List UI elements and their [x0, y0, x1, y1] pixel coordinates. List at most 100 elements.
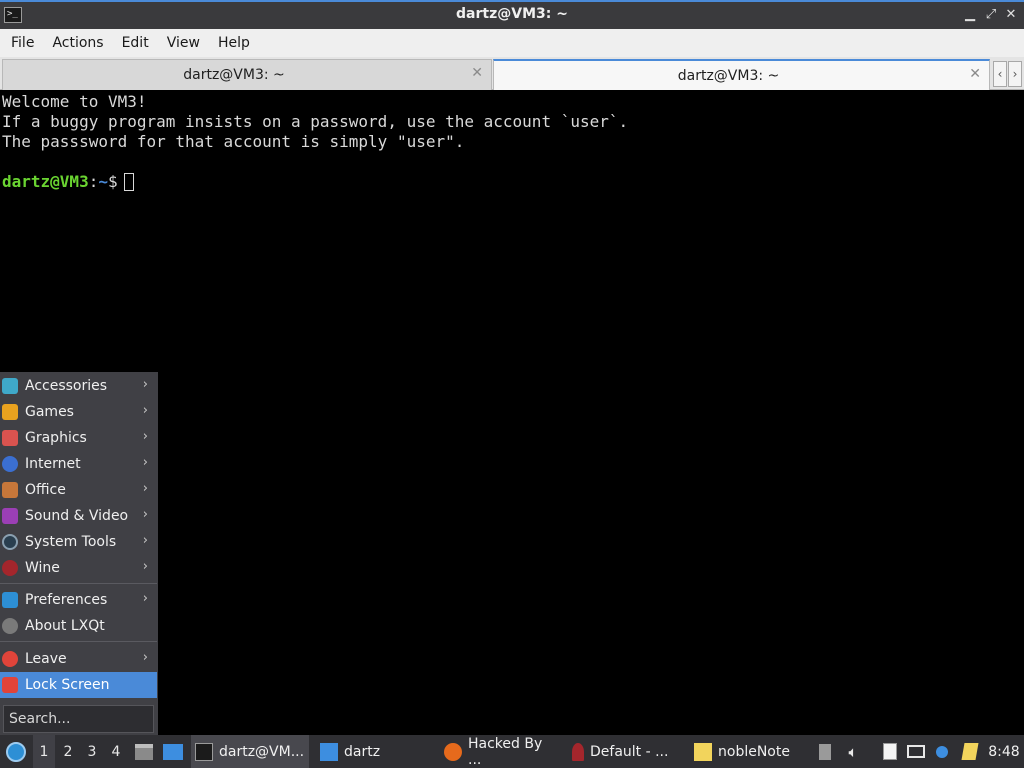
menu-accessories[interactable]: Accessories › — [0, 373, 157, 399]
main-menu-button[interactable] — [2, 735, 30, 768]
terminal-icon — [195, 742, 213, 761]
menu-item-label: Lock Screen — [25, 677, 110, 693]
prompt-user-host: dartz@VM3 — [2, 172, 89, 191]
task-file-manager[interactable]: dartz — [316, 735, 426, 768]
volume-icon: 🔈︎ — [848, 742, 858, 761]
menu-search-input[interactable]: Search... — [3, 705, 154, 733]
menu-separator — [0, 583, 157, 584]
minimize-button[interactable]: ▁ — [961, 6, 979, 24]
office-icon — [2, 482, 18, 498]
close-tab-icon[interactable]: ✕ — [969, 66, 981, 82]
task-wine-default[interactable]: Default - ... — [568, 735, 678, 768]
menu-leave[interactable]: Leave › — [0, 646, 157, 672]
wine-glass-icon — [572, 742, 584, 761]
task-firefox[interactable]: Hacked By ... — [440, 735, 560, 768]
terminal-cursor — [123, 173, 134, 191]
close-tab-icon[interactable]: ✕ — [471, 65, 483, 81]
menu-item-label: System Tools — [25, 534, 117, 550]
task-terminal[interactable]: dartz@VM... — [191, 735, 309, 768]
menu-help[interactable]: Help — [209, 29, 259, 57]
chevron-right-icon: › — [142, 533, 148, 548]
tray-updates[interactable] — [932, 735, 952, 768]
chevron-right-icon: › — [142, 559, 148, 574]
menu-item-label: Games — [25, 404, 74, 420]
application-menu: Accessories › Games › Graphics › Interne… — [0, 372, 158, 735]
storage-icon — [819, 743, 831, 760]
menu-system-tools[interactable]: System Tools › — [0, 529, 157, 555]
tray-storage[interactable] — [815, 735, 835, 768]
menu-bar: File Actions Edit View Help — [0, 29, 1024, 57]
tray-noblenote[interactable] — [960, 735, 980, 768]
show-desktop-button[interactable] — [160, 735, 186, 768]
menu-item-label: Office — [25, 482, 66, 498]
prompt-path: ~ — [98, 172, 108, 191]
terminal-line: If a buggy program insists on a password… — [2, 112, 629, 131]
menu-item-label: About LXQt — [25, 618, 105, 634]
task-label: nobleNote — [718, 743, 790, 760]
menu-office[interactable]: Office › — [0, 477, 157, 503]
prompt-symbol: $ — [107, 172, 118, 191]
chevron-right-icon: › — [142, 507, 148, 522]
chevron-right-icon: › — [142, 429, 148, 444]
menu-item-label: Preferences — [25, 592, 108, 608]
menu-preferences[interactable]: Preferences › — [0, 587, 157, 613]
tray-network[interactable] — [906, 735, 926, 768]
chevron-right-icon: › — [142, 650, 148, 665]
tab-terminal-2[interactable]: dartz@VM3: ~ ✕ — [493, 59, 990, 90]
menu-actions[interactable]: Actions — [43, 29, 112, 57]
tab-scroll-left-button[interactable]: ‹ — [993, 61, 1007, 87]
chevron-right-icon: › — [142, 377, 148, 392]
desktop-4-button[interactable]: 4 — [105, 735, 127, 768]
menu-item-label: Internet — [25, 456, 81, 472]
power-icon — [2, 651, 18, 667]
close-window-button[interactable]: ✕ — [1002, 6, 1020, 24]
clipboard-icon — [883, 743, 897, 760]
desktop-3-button[interactable]: 3 — [81, 735, 103, 768]
task-label: dartz — [344, 743, 381, 760]
lock-icon — [2, 677, 18, 693]
tab-label: dartz@VM3: ~ — [677, 68, 780, 84]
maximize-button[interactable]: ⤢ — [982, 6, 1000, 24]
tab-scroll-right-button[interactable]: › — [1008, 61, 1022, 87]
prompt-separator: : — [88, 172, 99, 191]
menu-wine[interactable]: Wine › — [0, 555, 157, 581]
update-notifier-icon — [936, 745, 948, 758]
desktop-icon — [163, 743, 183, 760]
chevron-right-icon: › — [142, 455, 148, 470]
menu-item-label: Leave — [25, 651, 67, 667]
tab-bar: dartz@VM3: ~ ✕ dartz@VM3: ~ ✕ ‹ › — [0, 57, 1024, 90]
tab-terminal-1[interactable]: dartz@VM3: ~ ✕ — [2, 59, 492, 90]
lxqt-logo-icon — [6, 741, 26, 762]
desktop-1-button[interactable]: 1 — [33, 735, 55, 768]
tray-clipboard[interactable] — [880, 735, 900, 768]
window-title: dartz@VM3: ~ — [456, 6, 568, 22]
tray-volume[interactable]: 🔈︎ — [843, 735, 863, 768]
menu-internet[interactable]: Internet › — [0, 451, 157, 477]
terminal-line: The passsword for that account is simply… — [2, 132, 465, 151]
menu-view[interactable]: View — [158, 29, 209, 57]
window-titlebar[interactable]: >_ dartz@VM3: ~ ▁ ⤢ ✕ — [0, 0, 1024, 29]
task-label: Default - ... — [590, 743, 669, 760]
clock[interactable]: 8:48 — [986, 735, 1022, 768]
menu-file[interactable]: File — [2, 29, 43, 57]
network-icon — [907, 745, 925, 758]
menu-sound-video[interactable]: Sound & Video › — [0, 503, 157, 529]
menu-games[interactable]: Games › — [0, 399, 157, 425]
firefox-icon — [444, 742, 462, 761]
menu-about-lxqt[interactable]: About LXQt — [0, 613, 157, 639]
desktop-2-button[interactable]: 2 — [57, 735, 79, 768]
preferences-icon — [2, 592, 18, 608]
menu-lock-screen[interactable]: Lock Screen — [0, 672, 157, 698]
folder-icon — [320, 742, 338, 761]
menu-item-label: Wine — [25, 560, 60, 576]
file-manager-launcher[interactable] — [133, 735, 155, 768]
menu-graphics[interactable]: Graphics › — [0, 425, 157, 451]
menu-edit[interactable]: Edit — [113, 29, 158, 57]
terminal-line: Welcome to VM3! — [2, 92, 147, 111]
sound-video-icon — [2, 508, 18, 524]
internet-icon — [2, 456, 18, 472]
task-label: dartz@VM... — [219, 743, 305, 760]
menu-separator — [0, 641, 157, 642]
task-noblenote[interactable]: nobleNote — [690, 735, 800, 768]
accessories-icon — [2, 378, 18, 394]
